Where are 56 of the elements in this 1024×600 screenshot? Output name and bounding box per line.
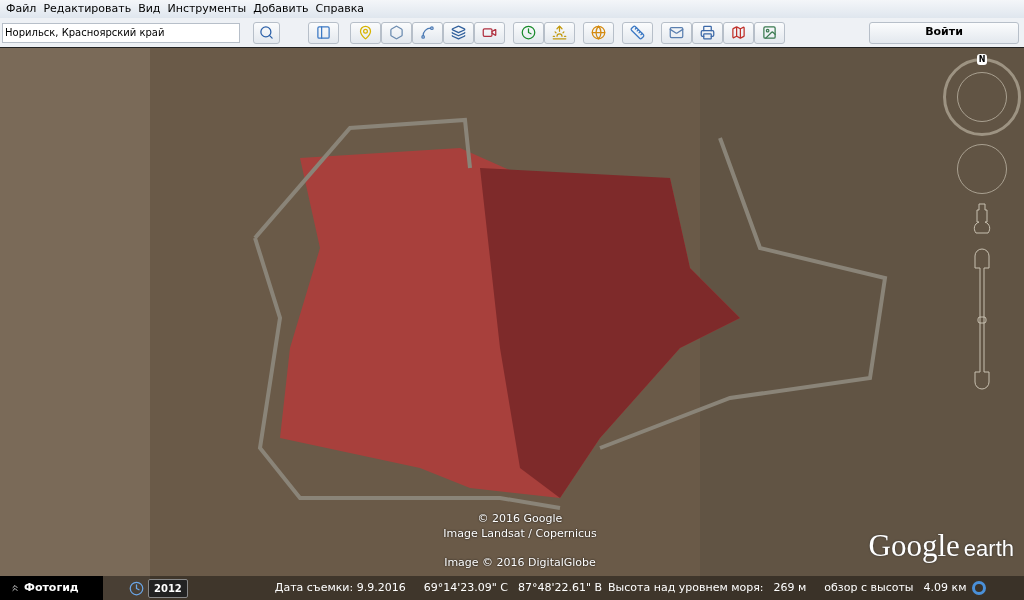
planet-button[interactable] [583,21,614,44]
history-clock-icon[interactable] [129,580,144,596]
sun-button[interactable] [544,21,575,44]
search-field[interactable]: Норильск, Красноярский край [2,22,240,43]
menu-item[interactable]: Инструменты [164,0,250,18]
login-button[interactable]: Войти [869,21,1019,44]
globe-icon [591,25,606,40]
path-icon [420,25,435,40]
map-icon [731,25,746,40]
menu-item[interactable]: Справка [312,0,368,18]
look-joystick[interactable] [957,144,1007,194]
printer-icon [700,25,715,40]
email-button[interactable] [661,21,692,44]
overlay-button[interactable] [443,21,474,44]
copyright-text: Image Landsat / Copernicus [443,526,597,541]
clock-icon [521,25,536,40]
elevation-label: Высота над уровнем моря: [608,579,764,596]
layers-icon [451,25,466,40]
video-camera-icon [482,25,497,40]
photo-guide-button[interactable]: Фотогид [0,576,103,600]
chevrons-up-icon [10,583,20,593]
path-button[interactable] [412,21,443,44]
latitude: 69°14'23.09" С [423,579,508,596]
history-button[interactable] [513,21,544,44]
search-icon [259,25,274,40]
menu-item[interactable]: Файл [3,0,40,18]
streaming-ring-icon [972,581,987,595]
image-icon [762,25,777,40]
menu-item[interactable]: Добавить [250,0,312,18]
copyright-text: © 2016 Google [477,511,563,526]
sunrise-icon [552,25,567,40]
envelope-icon [669,25,684,40]
print-button[interactable] [692,21,723,44]
sidebar-toggle-button[interactable] [308,21,339,44]
pin-icon [358,25,373,40]
logo-text: Google earth [868,527,1014,565]
ruler-icon [630,25,645,40]
capture-date: Дата съемки: 9.9.2016 [274,579,406,596]
search-button[interactable] [253,21,280,44]
map-view-button[interactable] [723,21,754,44]
sidebar-icon [316,25,331,40]
elevation-value: 269 м [773,579,807,596]
eye-altitude-label: обзор с высоты [824,579,914,596]
polygon-button[interactable] [381,21,412,44]
longitude: 87°48'22.61" В [517,579,603,596]
zoom-slider-thumb[interactable] [977,316,987,324]
zoom-slider[interactable] [972,246,992,390]
save-image-button[interactable] [754,21,785,44]
menu-item[interactable]: Редактировать [40,0,135,18]
menu-item[interactable]: Вид [135,0,164,18]
ruler-button[interactable] [622,21,653,44]
record-tour-button[interactable] [474,21,505,44]
eye-altitude-value: 4.09 км [923,579,967,596]
north-label: N [976,54,988,65]
hexagon-icon [389,25,404,40]
copyright-text: Image © 2016 DigitalGlobe [444,555,596,570]
